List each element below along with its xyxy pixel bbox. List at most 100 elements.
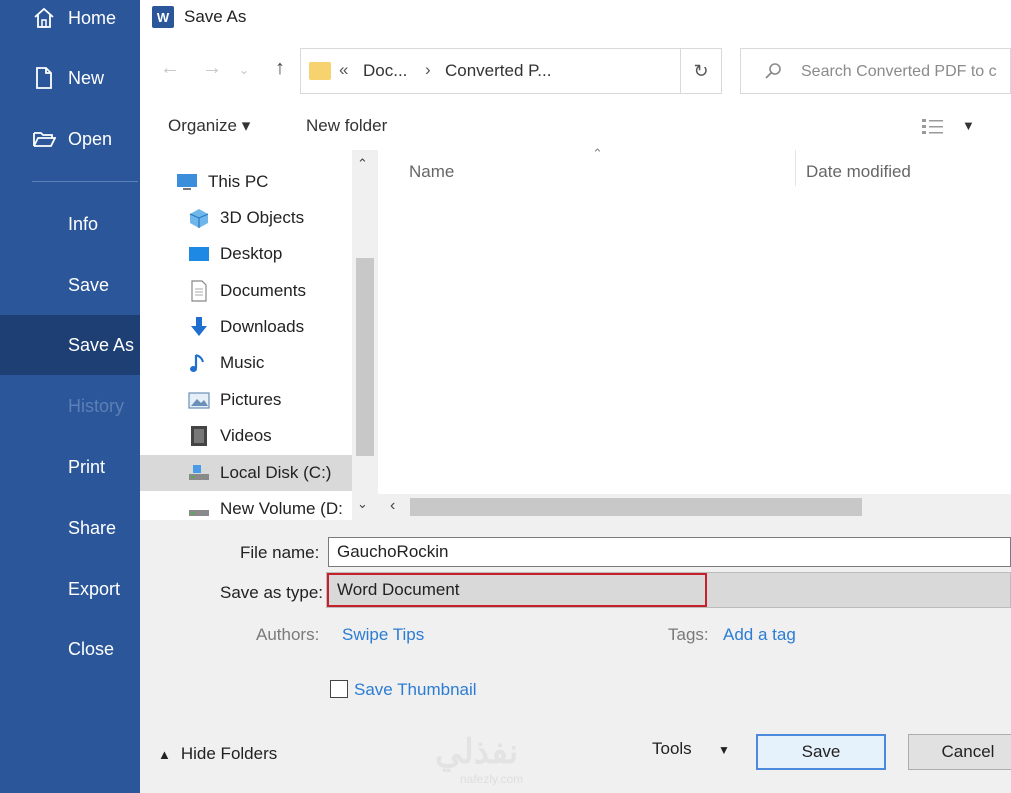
backstage-info-label: Info (68, 213, 99, 234)
chevron-up-icon: ▲ (158, 747, 171, 762)
backstage-share[interactable]: Share (0, 498, 140, 558)
view-options-icon[interactable] (920, 116, 946, 138)
tree-item-music[interactable]: Music (140, 345, 352, 381)
breadcrumb-documents[interactable]: Doc... (363, 61, 407, 81)
backstage-home-label: Home (68, 7, 117, 28)
back-button[interactable]: ← (158, 56, 182, 80)
backstage-history-label: History (68, 395, 125, 416)
navigation-scrollbar[interactable]: ⌃ ⌄ (352, 150, 378, 520)
horizontal-scrollbar-thumb[interactable] (410, 498, 862, 516)
tags-label: Tags: (668, 625, 709, 644)
backstage-close[interactable]: Close (0, 619, 140, 679)
address-bar[interactable]: « Doc... › Converted P... (300, 48, 813, 94)
save-as-type-select[interactable]: Word Document (326, 572, 1011, 608)
save-as-dialog: W Save As ← → ⌄ ↑ « Doc... › Converted P… (140, 0, 1011, 793)
this-pc-icon (177, 174, 197, 190)
search-box[interactable] (740, 48, 1011, 94)
tree-label-local-disk-c: Local Disk (C:) (220, 463, 332, 482)
view-dropdown-icon[interactable]: ▼ (962, 118, 975, 133)
tree-label-new-volume-d: New Volume (D: (220, 499, 343, 518)
search-input[interactable] (801, 59, 1006, 85)
refresh-icon: ↻ (693, 60, 709, 81)
tree-item-new-volume-d[interactable]: New Volume (D: (140, 491, 352, 520)
tree-item-videos[interactable]: Videos (140, 418, 352, 454)
word-icon: W (152, 6, 174, 28)
tools-button[interactable]: Tools (652, 739, 692, 759)
tools-dropdown-icon[interactable]: ▼ (718, 743, 730, 757)
documents-icon (191, 280, 207, 302)
tree-item-desktop[interactable]: Desktop (140, 236, 352, 272)
tree-item-local-disk-c[interactable]: Local Disk (C:) (140, 455, 352, 491)
tree-item-pictures[interactable]: Pictures (140, 382, 352, 418)
save-form: File name: Save as type: Word Document A… (140, 520, 1011, 793)
address-overflow[interactable]: « (339, 60, 348, 80)
column-divider[interactable] (795, 150, 796, 186)
column-header-name[interactable]: Name (409, 162, 454, 182)
drive-icon (189, 465, 209, 480)
backstage-info[interactable]: Info (0, 194, 140, 254)
save-button[interactable]: Save (756, 734, 886, 770)
backstage-export-label: Export (68, 578, 121, 599)
scroll-up-icon[interactable]: ⌃ (357, 156, 368, 172)
back-arrow-icon: ← (160, 57, 180, 79)
tree-label-desktop: Desktop (220, 244, 283, 263)
horizontal-scrollbar[interactable]: ‹ (378, 494, 1011, 520)
refresh-button[interactable]: ↻ (680, 48, 722, 94)
tree-item-3d-objects[interactable]: 3D Objects (140, 200, 352, 236)
backstage-save-as-label: Save As (68, 334, 135, 355)
tree-item-this-pc[interactable]: This PC (140, 164, 352, 200)
backstage-print-label: Print (68, 456, 106, 477)
backstage-new[interactable]: New (0, 48, 140, 108)
tree-item-downloads[interactable]: Downloads (140, 309, 352, 345)
column-header-date-modified[interactable]: Date modified (806, 162, 911, 182)
backstage-save-label: Save (68, 274, 110, 295)
folder-icon (309, 62, 331, 80)
backstage-history: History (0, 376, 140, 436)
save-as-type-value: Word Document (327, 573, 707, 607)
3d-objects-icon (189, 209, 209, 228)
tree-label-videos: Videos (220, 426, 272, 445)
authors-value[interactable]: Swipe Tips (342, 625, 424, 645)
save-thumbnail-label[interactable]: Save Thumbnail (354, 680, 477, 700)
backstage-print[interactable]: Print (0, 437, 140, 497)
scroll-down-icon[interactable]: ⌄ (357, 496, 368, 512)
up-button[interactable]: ↑ (268, 56, 292, 80)
open-folder-icon (33, 132, 56, 147)
tree-label-pictures: Pictures (220, 390, 282, 409)
navigation-bar: ← → ⌄ ↑ « Doc... › Converted P... ↻ (140, 42, 1011, 98)
organize-button[interactable]: Organize ▾ (168, 116, 250, 136)
dialog-titlebar: W Save As (140, 0, 1011, 36)
hide-folders-button[interactable]: ▲ Hide Folders (158, 744, 277, 764)
save-thumbnail-checkbox[interactable] (330, 680, 348, 698)
backstage-export[interactable]: Export (0, 559, 140, 619)
breadcrumb-converted-pdf[interactable]: Converted P... (445, 61, 551, 81)
downloads-icon (191, 317, 207, 336)
backstage-save-as[interactable]: Save As (0, 315, 140, 375)
new-folder-button[interactable]: New folder (306, 116, 387, 136)
navigation-pane: This PC 3D Objects Desktop Documents Dow… (140, 150, 378, 520)
authors-label: Authors: (256, 625, 320, 644)
tree-label-3d-objects: 3D Objects (220, 208, 305, 227)
chevron-down-icon: ⌄ (238, 63, 250, 77)
videos-icon (191, 426, 207, 446)
add-tag-link[interactable]: Add a tag (723, 625, 796, 645)
file-name-label: File name: (240, 543, 320, 562)
desktop-icon (189, 247, 209, 261)
backstage-save[interactable]: Save (0, 255, 140, 315)
cancel-button[interactable]: Cancel (908, 734, 1011, 770)
backstage-home[interactable]: Home (0, 0, 140, 48)
tree-label-documents: Documents (220, 281, 306, 300)
search-icon (765, 63, 781, 79)
music-icon (190, 354, 204, 372)
backstage-open-label: Open (68, 128, 113, 149)
scroll-left-icon[interactable]: ‹ (390, 497, 395, 515)
tree-label-music: Music (220, 353, 265, 372)
tree-item-documents[interactable]: Documents (140, 273, 352, 309)
recent-locations-button[interactable]: ⌄ (232, 56, 256, 80)
scrollbar-thumb[interactable] (356, 258, 374, 456)
file-list-pane: ⌃ Name Date modified ‹ (378, 146, 1011, 520)
tree-label-this-pc: This PC (208, 172, 269, 191)
backstage-open[interactable]: Open (0, 109, 140, 169)
forward-button[interactable]: → (200, 56, 224, 80)
file-name-input[interactable] (328, 537, 1011, 567)
